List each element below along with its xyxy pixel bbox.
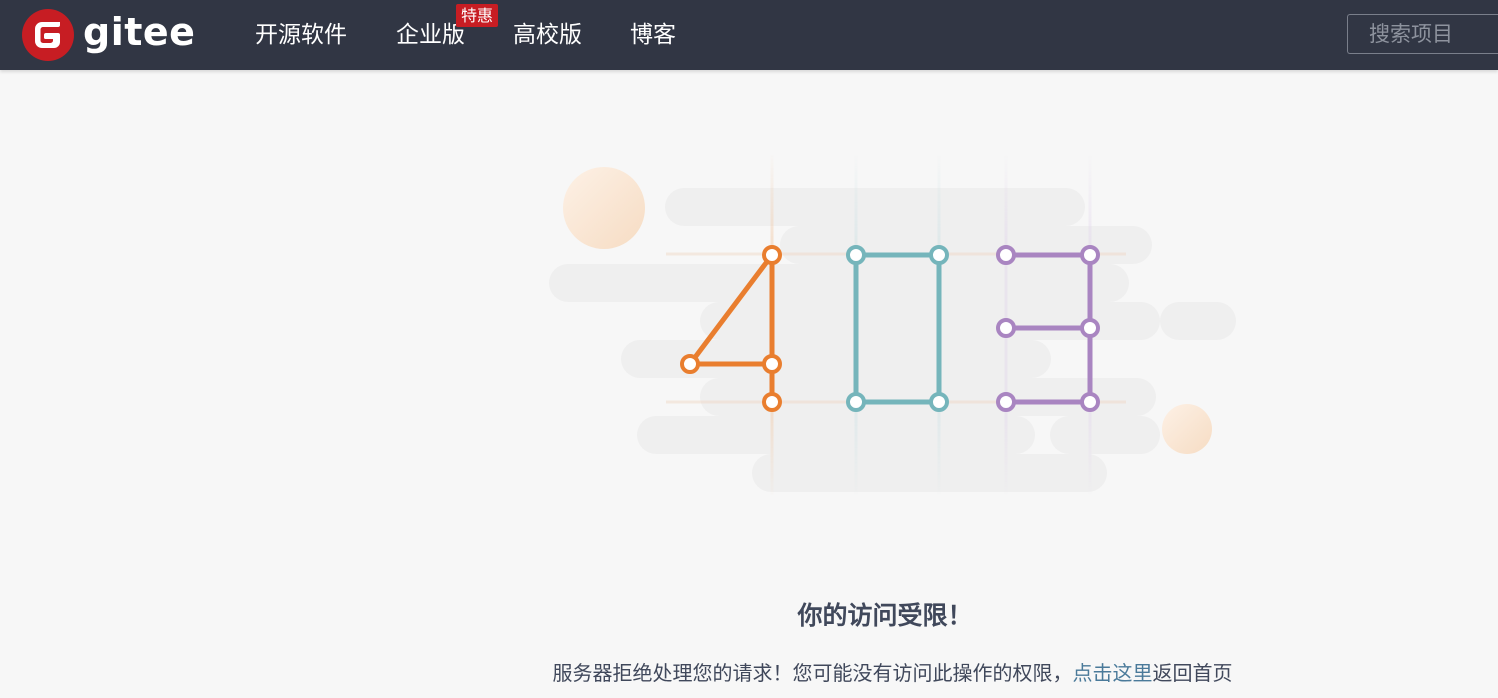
error-title: 你的访问受限！ <box>797 601 973 630</box>
sun-circle-small <box>1162 404 1212 454</box>
nav-blog[interactable]: 博客 <box>630 20 676 50</box>
cloud-shapes <box>549 188 1236 492</box>
logo-text: gitee <box>83 10 196 54</box>
sun-circle-large <box>563 167 645 249</box>
gitee-logo-icon <box>22 9 74 61</box>
error-desc-text: 服务器拒绝处理您的请求！您可能没有访问此操作的权限， <box>552 661 1073 685</box>
promo-badge: 特惠 <box>456 4 499 27</box>
search-input[interactable] <box>1348 15 1498 53</box>
error-403-illustration <box>549 155 1236 495</box>
nav-open-source[interactable]: 开源软件 <box>255 20 347 50</box>
search-box <box>1347 14 1498 54</box>
nav-enterprise[interactable]: 企业版 <box>396 20 465 50</box>
error-description: 服务器拒绝处理您的请求！您可能没有访问此操作的权限，点击这里返回首页 <box>0 657 1498 686</box>
back-home-link[interactable]: 点击这里 <box>1073 661 1153 685</box>
nav-education[interactable]: 高校版 <box>513 20 582 50</box>
top-navbar: gitee 开源软件 企业版 特惠 高校版 博客 <box>0 0 1498 70</box>
gitee-logo[interactable]: gitee <box>22 9 195 61</box>
error-desc-suffix: 返回首页 <box>1152 661 1233 685</box>
